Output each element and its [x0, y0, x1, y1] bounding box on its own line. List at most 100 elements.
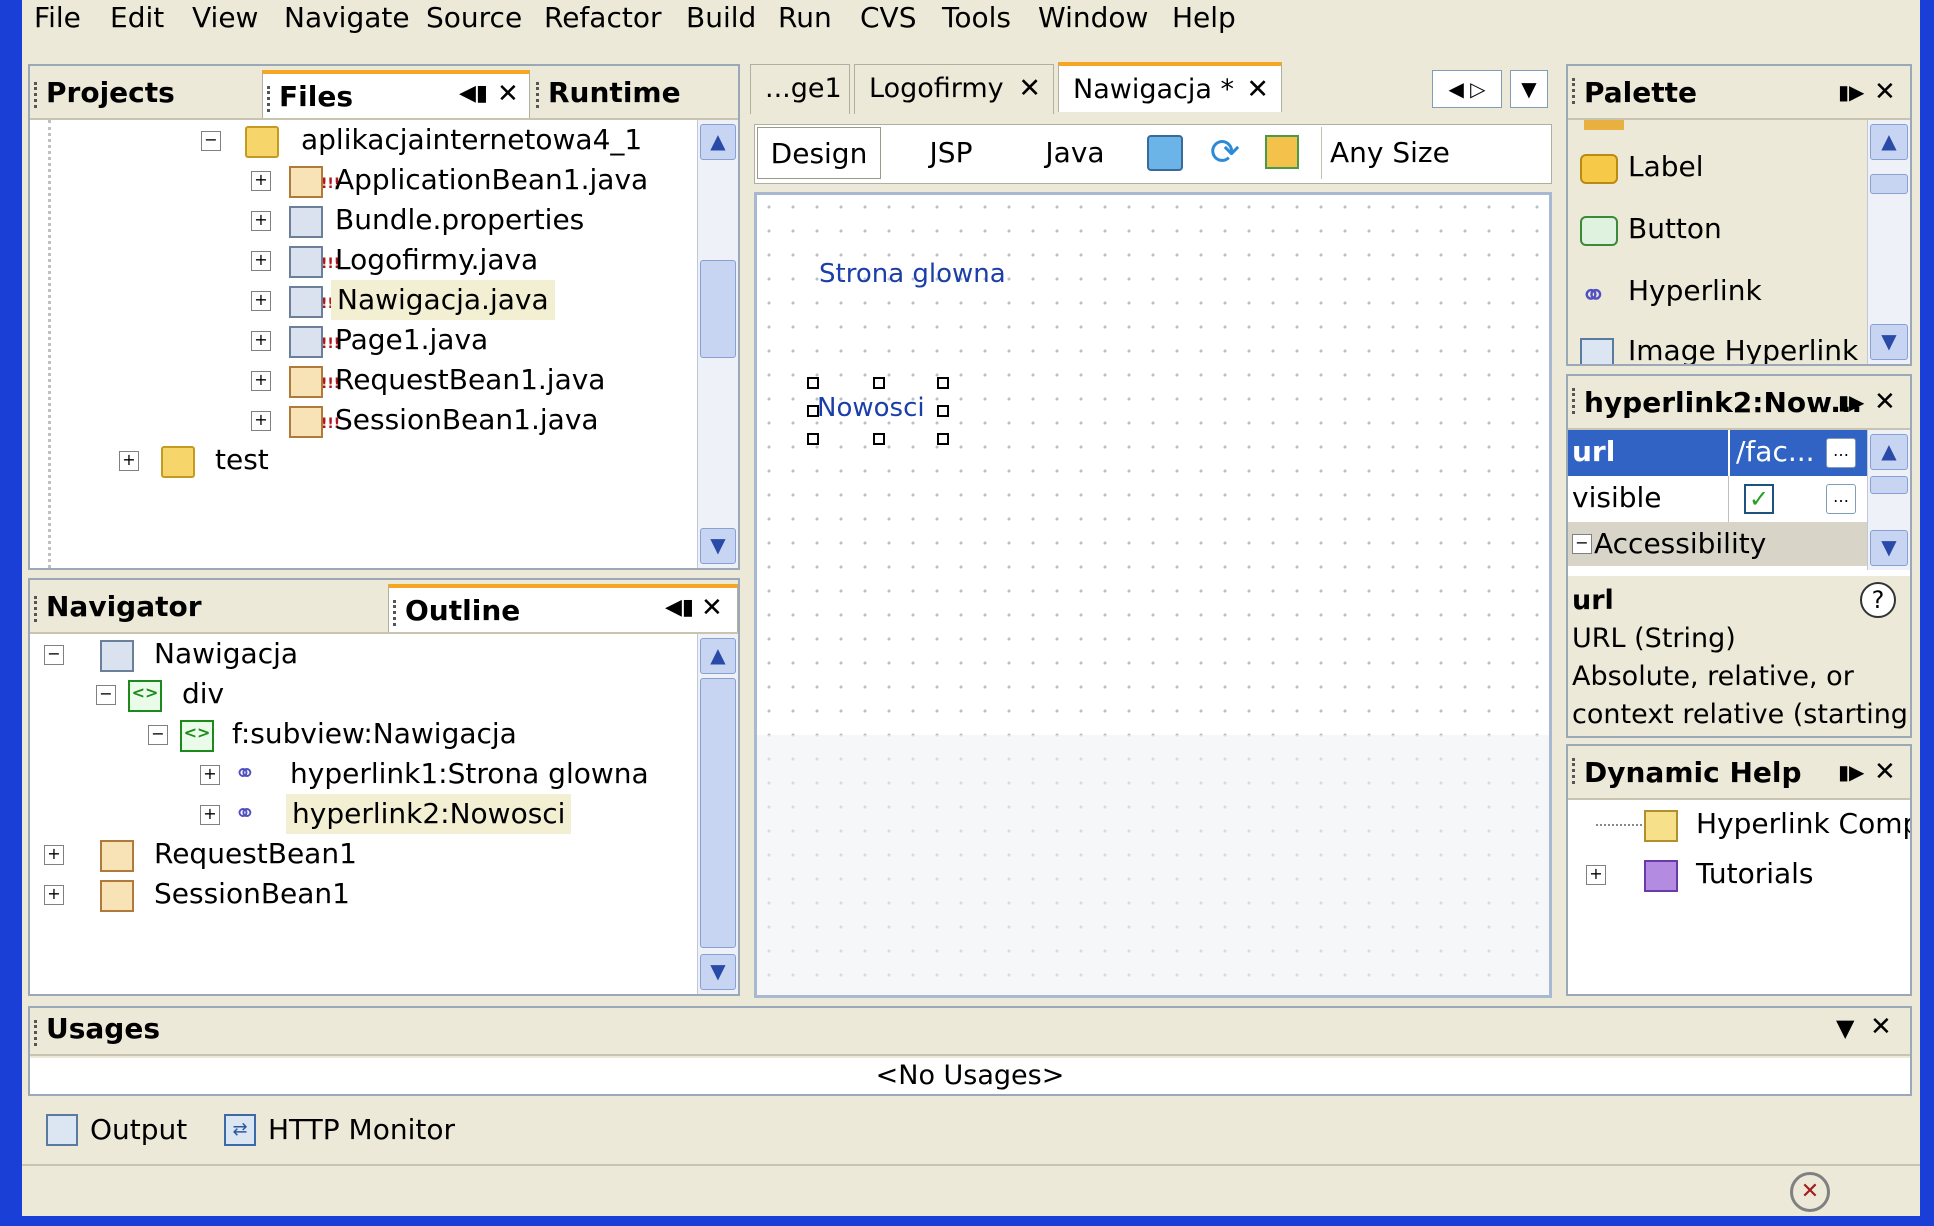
design-canvas[interactable]: Strona glowna Nowosci — [754, 192, 1552, 998]
menu-build[interactable]: Build — [686, 0, 756, 42]
vertical-scrollbar[interactable]: ▲ ▼ — [697, 634, 738, 994]
editor-tab-nawigacja[interactable]: Nawigacja * ✕ — [1058, 62, 1282, 112]
scroll-up-icon[interactable]: ▲ — [1870, 124, 1908, 160]
preview-icon[interactable] — [1147, 135, 1183, 171]
expand-icon[interactable]: + — [251, 411, 271, 431]
scroll-thumb[interactable] — [700, 260, 736, 358]
mode-jsp-button[interactable]: JSP — [901, 127, 1001, 179]
expand-icon[interactable]: + — [44, 845, 64, 865]
tab-navigator[interactable]: Navigator — [30, 584, 386, 632]
ellipsis-button[interactable]: … — [1826, 438, 1856, 468]
property-row-visible[interactable]: visible ✓ … — [1568, 476, 1868, 522]
tab-output[interactable]: Output — [46, 1110, 187, 1150]
tab-files[interactable]: Files ◀▮ ✕ — [262, 70, 530, 118]
scroll-down-icon[interactable]: ▼ — [1870, 324, 1908, 360]
scroll-thumb[interactable] — [1870, 174, 1908, 194]
ellipsis-button[interactable]: … — [1826, 484, 1856, 514]
selection-handle[interactable] — [873, 377, 885, 389]
scroll-thumb[interactable] — [700, 678, 736, 948]
selection-handle[interactable] — [937, 433, 949, 445]
expand-icon[interactable]: + — [44, 885, 64, 905]
expand-icon[interactable]: + — [119, 451, 139, 471]
scroll-down-icon[interactable]: ▼ — [700, 528, 736, 564]
menu-edit[interactable]: Edit — [110, 0, 164, 42]
palette-item-image-hyperlink[interactable]: Image Hyperlink — [1568, 328, 1868, 364]
minimize-icon[interactable]: ▮▶ — [1838, 74, 1864, 110]
mode-design-button[interactable]: Design — [757, 127, 881, 179]
drag-grip[interactable] — [536, 82, 543, 108]
minimize-icon[interactable]: ◀▮ — [665, 590, 694, 626]
close-icon[interactable]: ✕ — [1870, 1012, 1892, 1042]
selection-handle[interactable] — [937, 405, 949, 417]
selection-handle[interactable] — [807, 405, 819, 417]
tab-outline[interactable]: Outline ◀▮ ✕ — [388, 584, 738, 632]
expand-icon[interactable]: + — [251, 371, 271, 391]
mode-java-button[interactable]: Java — [1025, 127, 1125, 179]
selection-handle[interactable] — [807, 433, 819, 445]
vertical-scrollbar[interactable]: ▲ ▼ — [1867, 120, 1910, 364]
menu-refactor[interactable]: Refactor — [544, 0, 661, 42]
menu-tools[interactable]: Tools — [942, 0, 1011, 42]
selection-handle[interactable] — [873, 433, 885, 445]
menu-view[interactable]: View — [192, 0, 258, 42]
close-icon[interactable]: ✕ — [701, 590, 723, 626]
palette-item-button[interactable]: Button — [1568, 206, 1868, 256]
tab-http-monitor[interactable]: ⇄ HTTP Monitor — [224, 1110, 455, 1150]
expand-icon[interactable]: + — [251, 211, 271, 231]
tab-list-dropdown-icon[interactable]: ▼ — [1510, 70, 1548, 108]
selection-handle[interactable] — [807, 377, 819, 389]
close-icon[interactable]: ✕ — [1874, 384, 1896, 420]
garbage-collect-icon[interactable]: ✕ — [1790, 1172, 1830, 1212]
minimize-icon[interactable]: ◀▮ — [459, 76, 488, 112]
expand-icon[interactable]: + — [1586, 865, 1606, 885]
menu-navigate[interactable]: Navigate — [284, 0, 410, 42]
expand-icon[interactable]: + — [251, 291, 271, 311]
property-category-accessibility[interactable]: − Accessibility — [1568, 522, 1868, 566]
expand-icon[interactable]: + — [251, 251, 271, 271]
collapse-icon[interactable]: − — [44, 645, 64, 665]
close-icon[interactable]: ✕ — [1246, 66, 1269, 114]
close-icon[interactable]: ✕ — [1874, 74, 1896, 110]
scroll-up-icon[interactable]: ▲ — [1870, 434, 1908, 470]
menu-source[interactable]: Source — [426, 0, 522, 42]
scroll-up-icon[interactable]: ▲ — [700, 124, 736, 160]
tab-scroll-arrows[interactable]: ◀ ▷ — [1432, 70, 1502, 108]
menu-file[interactable]: File — [34, 0, 81, 42]
vertical-scrollbar[interactable]: ▲ ▼ — [697, 120, 738, 568]
menu-help[interactable]: Help — [1172, 0, 1236, 42]
drag-grip[interactable] — [267, 86, 274, 112]
close-icon[interactable]: ✕ — [497, 76, 519, 112]
scroll-up-icon[interactable]: ▲ — [700, 638, 736, 674]
vertical-scrollbar[interactable]: ▲ ▼ — [1867, 430, 1910, 570]
expand-icon[interactable]: + — [200, 805, 220, 825]
drag-grip[interactable] — [34, 82, 41, 108]
scroll-down-icon[interactable]: ▼ — [1870, 530, 1908, 566]
editor-tab-page1[interactable]: ...ge1 — [750, 64, 850, 114]
scroll-down-icon[interactable]: ▼ — [700, 954, 736, 990]
tab-projects[interactable]: Projects — [30, 70, 260, 118]
minimize-icon[interactable]: ▮▶ — [1838, 384, 1864, 420]
selection-handle[interactable] — [937, 377, 949, 389]
drag-grip[interactable] — [34, 596, 41, 622]
editor-tab-logofirmy[interactable]: Logofirmy ✕ — [854, 64, 1054, 114]
menu-cvs[interactable]: CVS — [860, 0, 916, 42]
property-row-url[interactable]: url /fac... … — [1568, 430, 1868, 476]
size-select[interactable]: Any Size — [1321, 127, 1549, 179]
drag-grip[interactable] — [393, 600, 400, 626]
close-icon[interactable]: ✕ — [1018, 65, 1041, 113]
drag-grip[interactable] — [34, 1020, 41, 1046]
tab-runtime[interactable]: Runtime — [532, 70, 738, 118]
expand-icon[interactable]: + — [251, 171, 271, 191]
hyperlink-strona-glowna[interactable]: Strona glowna — [819, 259, 1006, 289]
collapse-icon[interactable]: − — [148, 725, 168, 745]
visible-checkbox[interactable]: ✓ — [1744, 484, 1774, 514]
collapse-icon[interactable]: − — [1572, 534, 1592, 554]
dock-menu-icon[interactable]: ▼ — [1836, 1014, 1854, 1042]
collapse-icon[interactable]: − — [201, 131, 221, 151]
help-icon[interactable]: ? — [1860, 582, 1896, 618]
scroll-thumb[interactable] — [1870, 476, 1908, 494]
palette-item-hyperlink[interactable]: ⚭ Hyperlink — [1568, 268, 1868, 318]
palette-item-label[interactable]: Label — [1568, 144, 1868, 194]
menu-run[interactable]: Run — [778, 0, 832, 42]
resize-icon[interactable] — [1265, 135, 1299, 169]
